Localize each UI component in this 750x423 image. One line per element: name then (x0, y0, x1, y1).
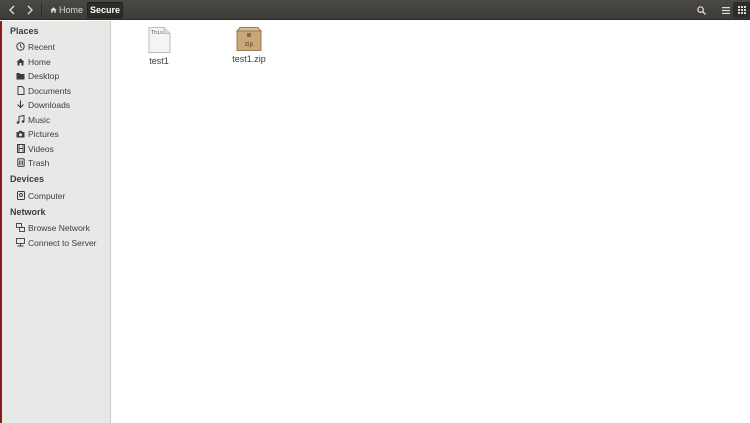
text-file-preview: This (151, 30, 163, 36)
nav-separator (41, 3, 42, 17)
back-button[interactable] (4, 2, 20, 18)
clock-icon (16, 42, 25, 51)
download-icon (16, 100, 25, 109)
sidebar-item-label: Computer (28, 190, 66, 201)
home-icon (50, 7, 57, 13)
file-name: test1 (149, 56, 169, 66)
chevron-right-icon (27, 5, 33, 15)
grid-view-icon (738, 6, 746, 14)
sidebar-item-label: Pictures (28, 128, 59, 139)
breadcrumb-home-label: Home (58, 5, 83, 15)
search-button[interactable] (692, 2, 710, 18)
sidebar-item-computer[interactable]: Computer (16, 189, 65, 202)
sidebar-item-trash[interactable]: Trash (16, 156, 49, 169)
sidebar: Places Recent Home Desktop Documents Dow… (0, 21, 111, 423)
folder-icon (16, 71, 25, 80)
zip-badge: zip (245, 41, 254, 48)
breadcrumb-home[interactable]: Home (46, 2, 87, 18)
breadcrumb-current[interactable]: Secure (87, 2, 123, 18)
network-icon (16, 223, 25, 232)
sidebar-item-documents[interactable]: Documents (16, 84, 71, 97)
sidebar-item-label: Documents (28, 85, 71, 96)
sidebar-item-label: Videos (28, 143, 54, 154)
sidebar-item-label: Desktop (28, 70, 60, 81)
file-item[interactable]: This test1 (134, 27, 184, 67)
sidebar-item-desktop[interactable]: Desktop (16, 69, 59, 82)
sidebar-item-label: Browse Network (28, 222, 90, 233)
sidebar-item-videos[interactable]: Videos (16, 142, 54, 155)
file-item[interactable]: zip test1.zip (224, 27, 274, 67)
sidebar-item-label: Home (28, 56, 51, 67)
sidebar-item-label: Connect to Server (28, 237, 97, 248)
home-icon (16, 57, 25, 66)
drive-icon (16, 191, 25, 200)
sidebar-item-label: Downloads (28, 99, 71, 110)
music-icon (16, 115, 25, 124)
sidebar-item-recent[interactable]: Recent (16, 40, 55, 53)
sidebar-item-connect-server[interactable]: Connect to Server (16, 236, 97, 249)
sidebar-item-label: Trash (28, 157, 50, 168)
trash-icon (16, 158, 25, 167)
sidebar-item-label: Music (28, 114, 51, 125)
sidebar-section-network: Network (10, 207, 46, 217)
camera-icon (16, 129, 25, 138)
sidebar-item-music[interactable]: Music (16, 113, 50, 126)
server-icon (16, 238, 25, 247)
film-icon (16, 144, 25, 153)
sidebar-item-home[interactable]: Home (16, 55, 51, 68)
document-icon (16, 86, 25, 95)
zip-archive-icon: zip (236, 27, 262, 51)
hamburger-menu-icon (722, 6, 730, 14)
breadcrumb-current-label: Secure (89, 5, 121, 15)
chevron-left-icon (9, 5, 15, 15)
header-bar: Home Secure (0, 0, 750, 20)
search-icon (696, 5, 706, 15)
file-name: test1.zip (232, 54, 266, 64)
sidebar-section-places: Places (10, 26, 39, 36)
sidebar-item-browse-network[interactable]: Browse Network (16, 221, 90, 234)
sidebar-section-devices: Devices (10, 174, 45, 184)
sidebar-item-label: Recent (28, 41, 55, 52)
view-toggle-button[interactable] (733, 2, 750, 18)
sidebar-item-pictures[interactable]: Pictures (16, 127, 59, 140)
sidebar-item-downloads[interactable]: Downloads (16, 98, 70, 111)
forward-button[interactable] (22, 2, 38, 18)
text-file-icon: This (148, 27, 171, 53)
